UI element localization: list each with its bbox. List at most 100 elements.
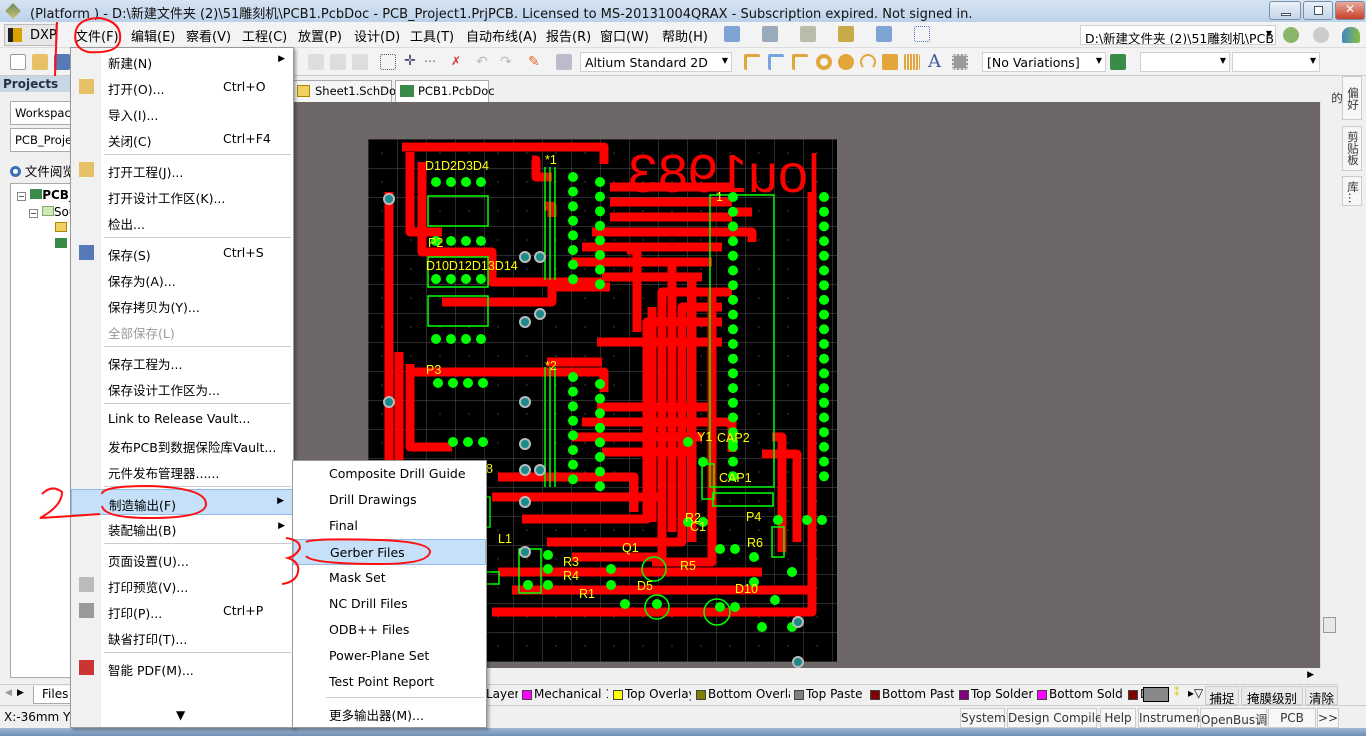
file-view-radio[interactable]: 文件阅览 <box>10 161 70 180</box>
layer-tab[interactable]: Mechanical 1 <box>520 687 608 705</box>
panel-button[interactable]: >> <box>1317 708 1339 728</box>
menu-item[interactable]: 保存为(A)... <box>71 266 293 292</box>
pad-icon[interactable] <box>816 54 832 70</box>
menu-item[interactable]: 更多输出器(M)... <box>293 700 486 726</box>
menu-item[interactable]: 缺省打印(T)... <box>71 624 293 650</box>
mask-level-button[interactable]: 掩膜级别 <box>1241 686 1303 706</box>
find-icon[interactable] <box>800 26 816 42</box>
ruler-icon[interactable] <box>838 26 854 42</box>
home-icon[interactable] <box>1342 27 1360 43</box>
align-icon[interactable] <box>762 26 778 42</box>
layer-tab[interactable]: Top Overlay <box>611 687 691 705</box>
layer-set-icon[interactable]: ⁑ <box>1174 686 1180 699</box>
menu-item[interactable]: 元件发布管理器...... <box>71 458 293 484</box>
menu-10[interactable]: 帮助(H) <box>662 26 708 45</box>
menu-item[interactable]: Gerber Files <box>293 539 486 565</box>
menu-item[interactable]: 打印(P)... Ctrl+P <box>71 598 293 624</box>
menu-item[interactable]: 检出... <box>71 209 293 235</box>
back-icon[interactable] <box>1283 27 1299 43</box>
paste-icon[interactable] <box>330 54 346 70</box>
select-area-icon[interactable] <box>380 54 396 70</box>
diff-pair-route-icon[interactable] <box>768 54 784 70</box>
menu-item[interactable]: 页面设置(U)... <box>71 546 293 572</box>
forward-icon[interactable] <box>1313 27 1329 43</box>
via-icon[interactable] <box>838 54 854 70</box>
view-mode-combo[interactable]: Altium Standard 2D ▼ <box>580 52 732 72</box>
tree-item-project[interactable]: − PCB_Project1.PrjPCB <box>17 188 71 202</box>
project-combo[interactable]: PCB_Project1.PrjPCB <box>10 128 72 152</box>
tab-pcb1-pcbdoc[interactable]: PCB1.PcbDoc <box>395 80 495 102</box>
menu-item[interactable]: 保存拷贝为(Y)... <box>71 292 293 318</box>
menu-item[interactable]: 新建(N) ▶ <box>71 48 293 74</box>
menu-item[interactable]: 全部保存(L) <box>71 318 293 344</box>
filter-combo-1[interactable]: ▼ <box>1140 52 1230 72</box>
menu-item[interactable]: 保存设计工作区为... <box>71 375 293 401</box>
menu-item[interactable]: 制造输出(F) ▶ <box>71 489 293 515</box>
menu-item[interactable]: 打印预览(V)... <box>71 572 293 598</box>
panel-button[interactable]: Help <box>1100 708 1136 728</box>
layer-tab[interactable]: Bottom Solder <box>1035 687 1123 705</box>
menu-item[interactable]: Test Point Report <box>293 669 486 695</box>
scroll-thumb[interactable] <box>1323 617 1336 633</box>
snap-button[interactable]: 捕捉 <box>1205 686 1239 706</box>
menu-item[interactable]: Drill Drawings <box>293 487 486 513</box>
panel-button[interactable]: Design Compiler <box>1007 708 1107 728</box>
clear-filter-icon[interactable]: ✗ <box>448 54 464 70</box>
layer-tab[interactable]: Bottom Paste <box>868 687 954 705</box>
collapse-icon[interactable]: − <box>29 209 38 218</box>
collapse-icon[interactable]: − <box>17 192 26 201</box>
menu-item[interactable]: 打开(O)... Ctrl+O <box>71 74 293 100</box>
tab-sheet1-schdoc[interactable]: Sheet1.SchDoc <box>292 80 402 102</box>
dxp-button[interactable]: DXP <box>4 24 57 46</box>
panel-button[interactable]: PCB <box>1268 708 1316 728</box>
menu-item[interactable]: 发布PCB到数据保险库Vault... <box>71 432 293 458</box>
menu-item[interactable]: ODB++ Files <box>293 617 486 643</box>
tree-item-source-documents[interactable]: − Source Documents <box>29 205 71 219</box>
menu-2[interactable]: 察看(V) <box>186 26 231 45</box>
deselect-icon[interactable]: ⋯ <box>424 54 440 70</box>
menu-8[interactable]: 报告(R) <box>546 26 591 45</box>
schematic-doc-icon[interactable] <box>55 222 67 232</box>
panel-button[interactable]: System <box>960 708 1006 728</box>
layer-tab[interactable]: D <box>1126 687 1144 705</box>
menu-item[interactable]: 导入(I)... <box>71 100 293 126</box>
restore-button[interactable] <box>1303 1 1333 20</box>
menu-item[interactable]: 智能 PDF(M)... <box>71 655 293 681</box>
move-icon[interactable]: ✛ <box>402 54 418 70</box>
interactive-route-icon[interactable] <box>744 54 760 70</box>
tab-scroll-left-icon[interactable]: ◀ <box>5 688 12 698</box>
variations-combo[interactable]: [No Variations] ▼ <box>982 52 1106 72</box>
tab-scroll-right-icon[interactable]: ▶ <box>17 688 24 698</box>
vertical-scrollbar[interactable] <box>1320 102 1338 668</box>
menu-7[interactable]: 自动布线(A) <box>466 26 537 45</box>
tab-files[interactable]: Files <box>33 686 73 704</box>
menu-item[interactable]: 关闭(C) Ctrl+F4 <box>71 126 293 152</box>
component-icon[interactable] <box>952 54 968 70</box>
menu-9[interactable]: 窗口(W) <box>600 26 649 45</box>
menu-item[interactable]: 装配输出(B) ▶ <box>71 515 293 541</box>
layer-nav-icon[interactable] <box>1143 687 1169 702</box>
menu-item[interactable]: NC Drill Files <box>293 591 486 617</box>
string-icon[interactable]: A <box>928 53 944 71</box>
arc-icon[interactable] <box>860 54 876 70</box>
menu-5[interactable]: 设计(D) <box>354 26 400 45</box>
polygon-icon[interactable] <box>904 54 920 70</box>
menu-3[interactable]: 工程(C) <box>242 26 287 45</box>
redo-icon[interactable]: ↷ <box>500 54 516 70</box>
layer-tab[interactable]: Top Paste <box>792 687 866 705</box>
minimize-button[interactable] <box>1269 1 1301 20</box>
tab-libraries[interactable]: 库... <box>1342 176 1362 206</box>
document-address-combo[interactable]: D:\新建文件夹 (2)\51雕刻机\PCB1.PcbDoc▼ <box>1080 25 1276 45</box>
new-icon[interactable] <box>10 54 26 70</box>
layer-tab[interactable]: Top Solder <box>957 687 1033 705</box>
close-button[interactable]: ✕ <box>1335 1 1365 20</box>
tab-favorites[interactable]: 偏好的 <box>1330 76 1362 120</box>
open-icon[interactable] <box>32 54 48 70</box>
save-icon[interactable] <box>54 54 70 70</box>
grid-icon[interactable] <box>914 26 930 42</box>
menu-item[interactable]: 保存工程为... <box>71 349 293 375</box>
rubber-stamp-icon[interactable] <box>352 54 368 70</box>
menu-4[interactable]: 放置(P) <box>298 26 342 45</box>
menu-item[interactable]: 打开工程(J)... <box>71 157 293 183</box>
layer-tab[interactable]: Layer <box>486 687 518 705</box>
